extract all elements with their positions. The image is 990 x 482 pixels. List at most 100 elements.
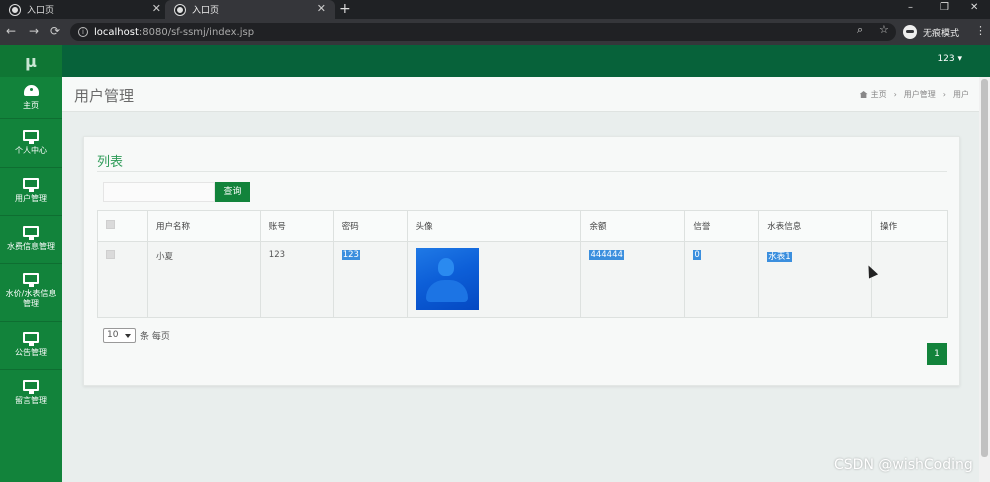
column-header: 账号: [259, 210, 334, 242]
card-title: 列表: [97, 155, 124, 170]
home-icon: [859, 91, 868, 98]
sidebar-item-user-management[interactable]: 用户管理: [0, 168, 62, 216]
monitor-icon: [23, 273, 39, 287]
new-tab-button[interactable]: +: [339, 0, 351, 18]
monitor-icon: [23, 226, 39, 240]
sidebar-item-label: 个人中心: [15, 146, 47, 155]
sidebar-item-label: 水价/水表信息管理: [5, 289, 57, 308]
cell-password: 123: [332, 241, 408, 318]
sidebar-item-water-fee[interactable]: 水费信息管理: [0, 216, 62, 264]
pagination-page-1[interactable]: 1: [927, 343, 947, 365]
gauge-icon: [23, 85, 39, 96]
search-input[interactable]: [103, 182, 215, 202]
sidebar-item-personal-center[interactable]: 个人中心: [0, 119, 62, 168]
cell-actions: [871, 241, 948, 318]
cell-avatar: [406, 241, 582, 318]
page-header: 用户管理 主页 › 用户管理 › 用户: [62, 77, 979, 112]
page-size-select[interactable]: 10: [103, 328, 136, 343]
monitor-icon: [23, 130, 39, 144]
cell-credit-value: 0: [693, 250, 701, 260]
forward-button[interactable]: →: [29, 24, 39, 38]
row-select-cell: [97, 241, 148, 318]
incognito-label: 无痕模式: [923, 28, 960, 39]
sidebar-item-water-price[interactable]: 水价/水表信息管理: [0, 264, 62, 322]
sidebar-item-label: 公告管理: [15, 348, 47, 357]
cell-meter-value: 水表1: [767, 252, 792, 262]
column-header: 密码: [332, 210, 408, 242]
zoom-icon[interactable]: ⌕: [857, 23, 863, 37]
row-checkbox[interactable]: [106, 250, 115, 259]
user-table: 用户名称 账号 密码 头像 余额 信誉 水表信息 操作 小夏 123 123 4…: [97, 210, 948, 318]
column-header: 信誉: [684, 210, 760, 242]
column-header: 水表信息: [758, 210, 873, 242]
sidebar-item-label: 用户管理: [15, 194, 47, 203]
breadcrumb-separator: ›: [893, 90, 897, 99]
sidebar-item-label: 水费信息管理: [7, 242, 55, 251]
sidebar-item-home[interactable]: 主页: [0, 77, 62, 119]
sidebar-item-message[interactable]: 留言管理: [0, 370, 62, 418]
address-bar[interactable]: i localhost:8080/sf-ssmj/index.jsp: [70, 23, 896, 41]
tab-close-icon[interactable]: ✕: [317, 2, 326, 15]
avatar: [415, 248, 479, 310]
cell-name: 小夏: [146, 241, 261, 318]
cell-balance-value: 444444: [589, 250, 624, 260]
bookmark-star-icon[interactable]: ☆: [879, 23, 889, 36]
monitor-icon: [23, 332, 39, 346]
browser-tab-1[interactable]: 入口页 ✕: [0, 0, 170, 19]
breadcrumb-home[interactable]: 主页: [871, 90, 887, 99]
browser-tabstrip: 入口页 ✕ 入口页 ✕ + – ❐ ✕: [0, 0, 990, 19]
minimize-button[interactable]: –: [908, 2, 913, 13]
breadcrumb-separator: ›: [942, 90, 946, 99]
page-title: 用户管理: [74, 87, 135, 105]
column-header: 用户名称: [146, 210, 261, 242]
sidebar: μ 主页 个人中心 用户管理 水费信息管理 水价/水表信息管理 公告管理 留言管…: [0, 45, 62, 482]
incognito-icon: [903, 25, 917, 39]
table-header-row: 用户名称 账号 密码 头像 余额 信誉 水表信息 操作: [97, 210, 948, 242]
app-logo[interactable]: μ: [0, 45, 62, 77]
search-button[interactable]: 查询: [215, 182, 250, 202]
table-row: 小夏 123 123 444444 0 水表1: [97, 241, 948, 318]
top-navbar: 123 ▾: [62, 45, 990, 77]
back-button[interactable]: ←: [6, 24, 16, 38]
breadcrumb-section[interactable]: 用户管理: [904, 90, 936, 99]
incognito-indicator[interactable]: 无痕模式: [903, 23, 959, 41]
cell-password-value: 123: [341, 250, 360, 260]
column-header: 余额: [580, 210, 686, 242]
site-info-icon[interactable]: i: [78, 27, 88, 37]
cell-credit: 0: [684, 241, 760, 318]
globe-icon: [175, 4, 185, 15]
cell-meter: 水表1: [758, 241, 873, 318]
column-header: 操作: [871, 210, 948, 242]
user-menu[interactable]: 123 ▾: [937, 54, 962, 64]
sidebar-item-notice[interactable]: 公告管理: [0, 322, 62, 370]
tab-title: 入口页: [192, 6, 220, 16]
browser-toolbar: ← → ⟳ i localhost:8080/sf-ssmj/index.jsp…: [0, 19, 990, 45]
maximize-button[interactable]: ❐: [940, 2, 949, 13]
watermark: CSDN @wishCoding: [834, 457, 973, 473]
tab-close-icon[interactable]: ✕: [152, 2, 161, 15]
breadcrumb: 主页 › 用户管理 › 用户: [859, 89, 969, 100]
select-all-cell: [97, 210, 148, 242]
browser-menu-icon[interactable]: ⋮: [975, 24, 986, 37]
cell-account: 123: [259, 241, 334, 318]
window-close-button[interactable]: ✕: [970, 2, 978, 13]
url-host: localhost: [94, 26, 139, 38]
url-path: :8080/sf-ssmj/index.jsp: [138, 26, 255, 38]
breadcrumb-current: 用户: [953, 90, 969, 99]
list-card: 列表 查询 用户名称 账号 密码 头像 余额 信誉 水表信息 操作 小夏 123…: [83, 136, 960, 386]
monitor-icon: [23, 178, 39, 192]
select-all-checkbox[interactable]: [106, 220, 115, 229]
browser-tab-2[interactable]: 入口页 ✕: [165, 0, 335, 19]
card-divider: [97, 171, 947, 172]
cell-balance: 444444: [580, 241, 686, 318]
reload-button[interactable]: ⟳: [50, 24, 60, 38]
monitor-icon: [23, 380, 39, 394]
globe-icon: [10, 4, 20, 15]
tab-title: 入口页: [27, 6, 55, 16]
sidebar-item-label: 主页: [23, 101, 39, 110]
page-size-control: 10 条 每页: [103, 328, 170, 343]
scrollbar-thumb[interactable]: [981, 79, 988, 457]
page-scrollbar[interactable]: [979, 77, 990, 482]
page-size-label: 条 每页: [140, 332, 170, 342]
column-header: 头像: [406, 210, 582, 242]
